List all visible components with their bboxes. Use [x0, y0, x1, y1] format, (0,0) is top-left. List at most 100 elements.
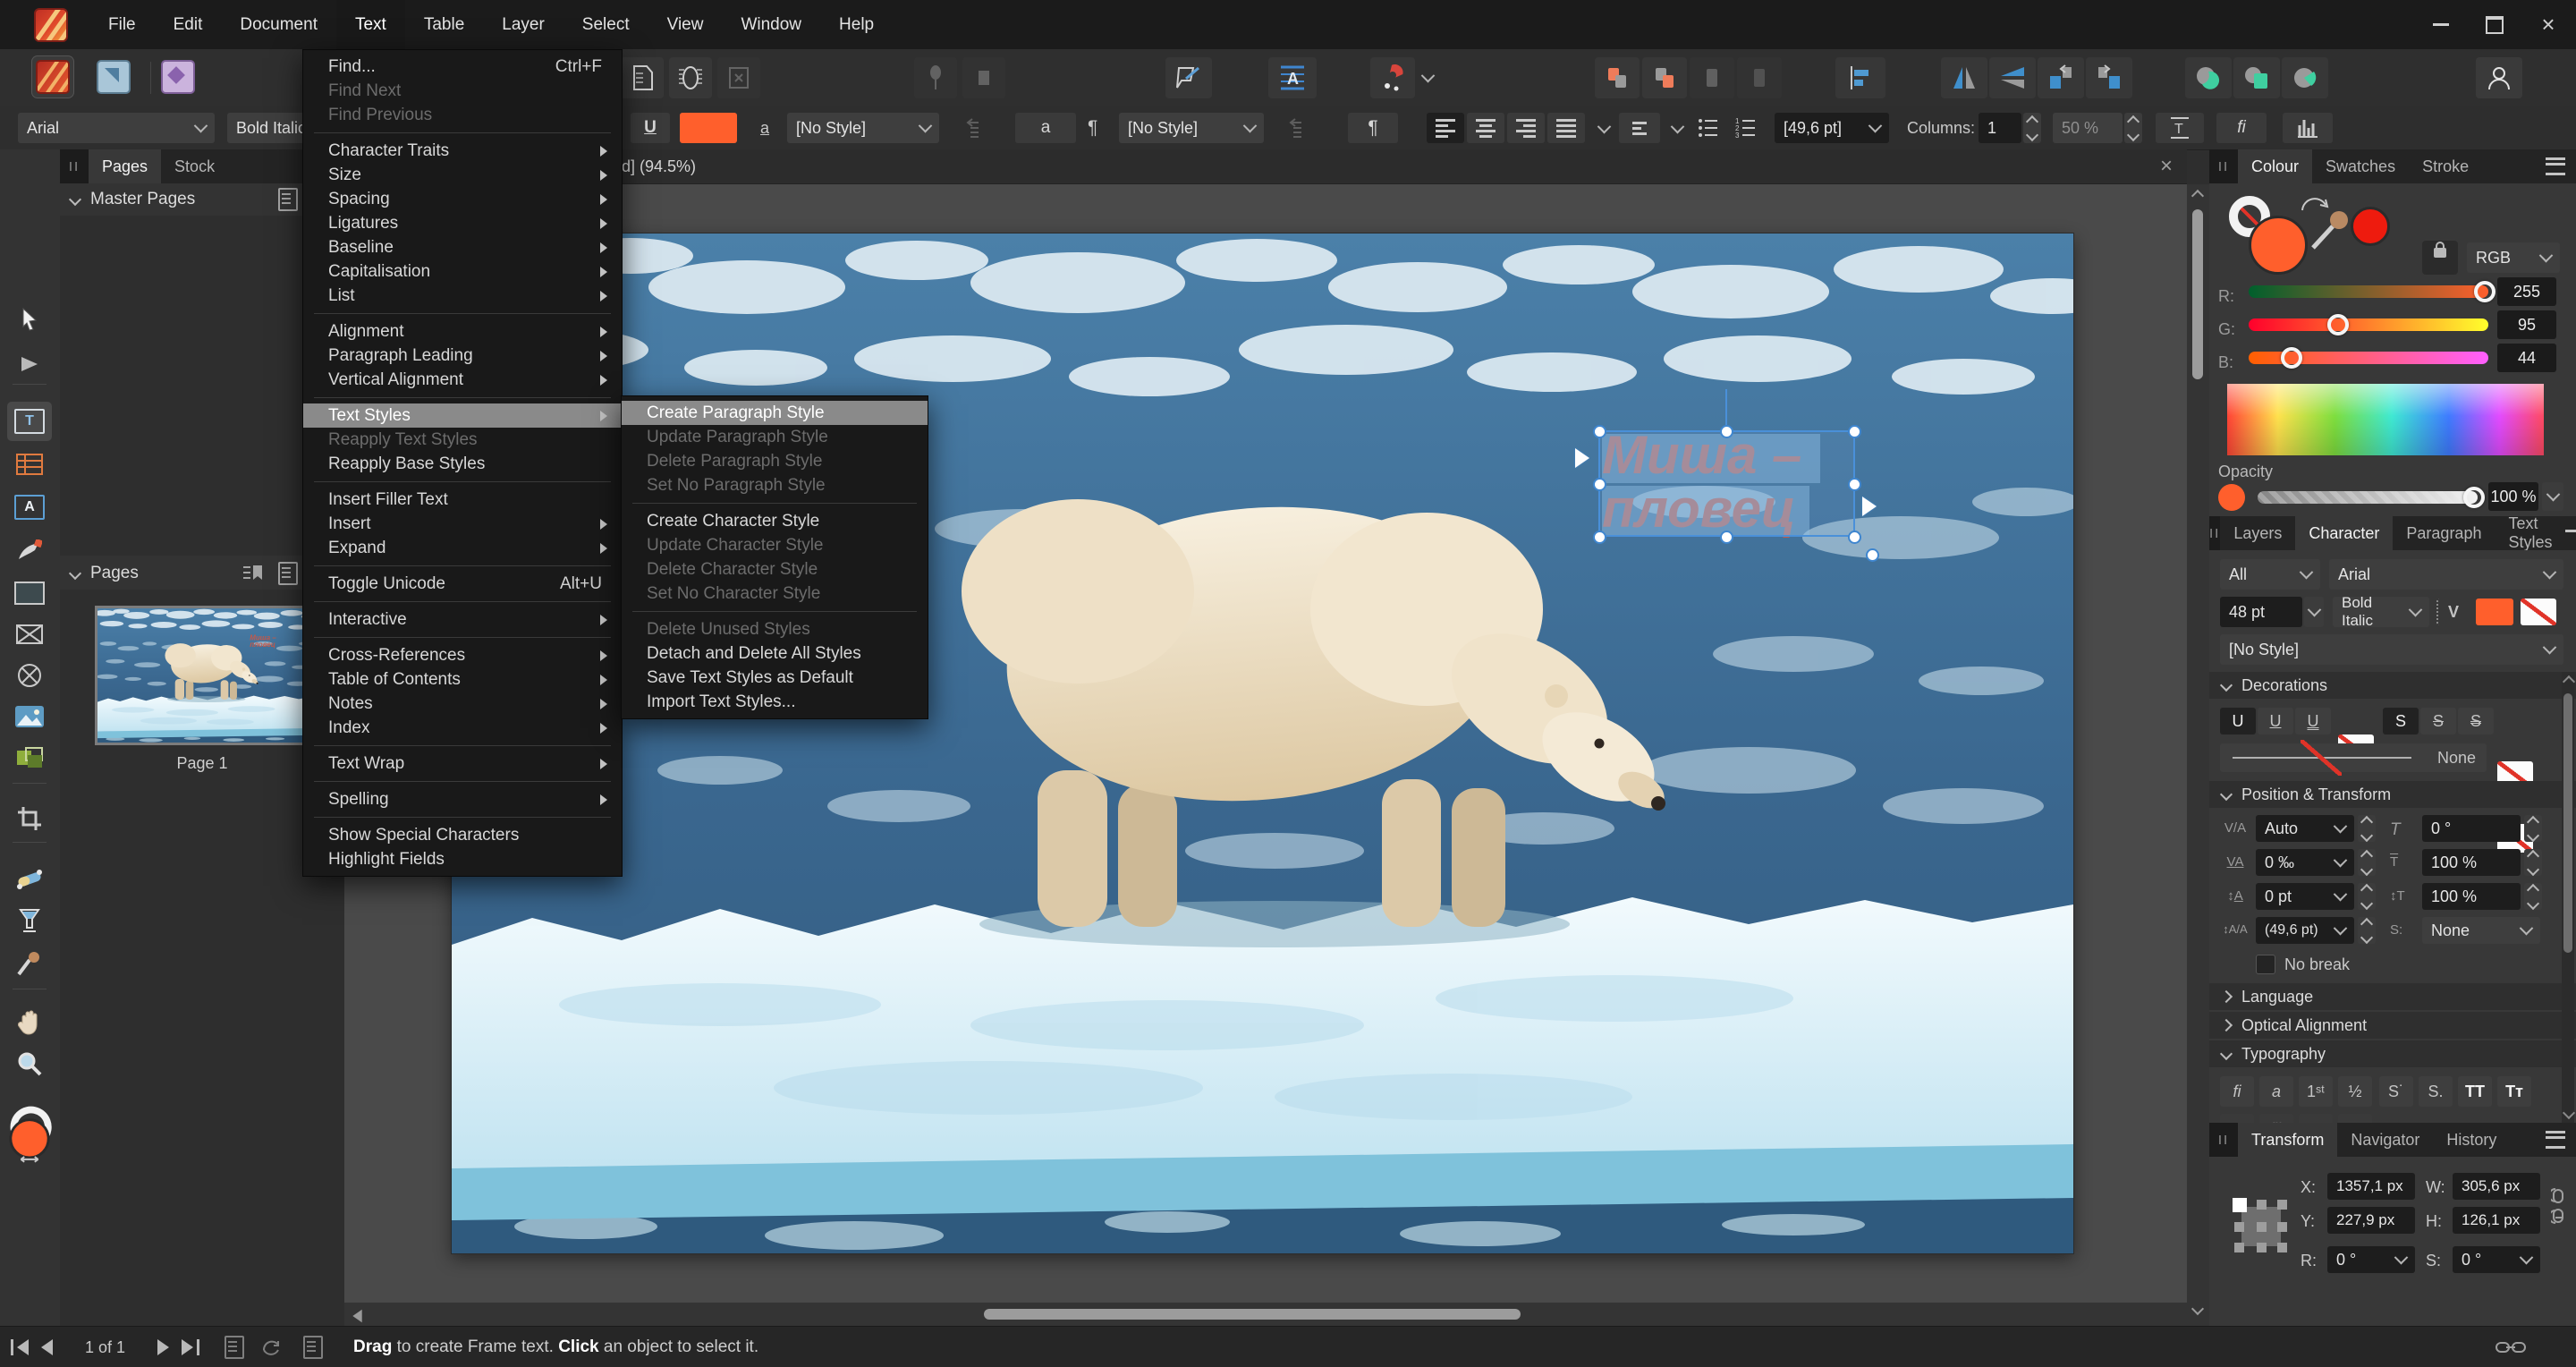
document-page[interactable]	[452, 233, 2073, 1253]
rectangle-tool-icon[interactable]	[7, 573, 52, 613]
align-right-button[interactable]	[1507, 113, 1545, 143]
v-scale-stepper[interactable]	[2524, 883, 2542, 910]
move-backward-icon[interactable]	[1642, 57, 1687, 98]
gutter-stepper[interactable]	[2124, 113, 2142, 143]
tab-stock[interactable]: Stock	[161, 149, 228, 183]
strike-single-button[interactable]: S	[2420, 708, 2456, 734]
red-slider[interactable]	[2249, 285, 2488, 298]
align-center-button[interactable]	[1467, 113, 1504, 143]
boolean-subtract-icon[interactable]	[2233, 57, 2280, 98]
spread-view-icon[interactable]	[303, 1336, 323, 1359]
menu-select[interactable]: Select	[564, 0, 648, 49]
tab-navigator[interactable]: Navigator	[2337, 1123, 2433, 1157]
ligatures-button[interactable]: fi	[2216, 113, 2267, 143]
submenu-item-set-no-character-style[interactable]: Set No Character Style	[622, 582, 928, 606]
underline-double-button[interactable]: U	[2295, 708, 2331, 734]
crop-tool-icon[interactable]	[7, 799, 52, 838]
submenu-item-save-text-styles-as-default[interactable]: Save Text Styles as Default	[622, 666, 928, 690]
baseline-select[interactable]: 0 pt	[2256, 883, 2354, 910]
menu-window[interactable]: Window	[722, 0, 820, 49]
menu-item-reapply-base-styles[interactable]: Reapply Base Styles	[303, 452, 622, 476]
blue-value[interactable]: 44	[2497, 344, 2556, 372]
place-image-tool-icon[interactable]	[7, 697, 52, 736]
resize-handle-r[interactable]	[1848, 478, 1861, 491]
boolean-add-icon[interactable]	[2185, 57, 2232, 98]
tab-character[interactable]: Character	[2295, 516, 2393, 550]
view-hand-tool-icon[interactable]	[7, 1003, 52, 1042]
link-status-icon[interactable]	[2496, 1339, 2526, 1355]
submenu-item-set-no-paragraph-style[interactable]: Set No Paragraph Style	[622, 473, 928, 497]
underline-single-button[interactable]: U	[2258, 708, 2293, 734]
menu-item-vertical-alignment[interactable]: Vertical Alignment	[303, 368, 622, 392]
panel-collapse-icon[interactable]: II	[2209, 1123, 2238, 1157]
h-field[interactable]: 126,1 px	[2453, 1207, 2540, 1234]
typo-ordinals-button[interactable]: 1ˢᵗ	[2299, 1076, 2333, 1107]
scroll-down-icon[interactable]	[2193, 1304, 2202, 1313]
frame-properties-icon[interactable]: T	[2156, 113, 2204, 143]
typo-subscript-button[interactable]: S.	[2419, 1076, 2453, 1107]
line-style-select[interactable]: None	[2220, 743, 2487, 772]
transparency-tool-icon[interactable]	[7, 901, 52, 940]
paragraph-leading-icon[interactable]	[1619, 113, 1660, 143]
horizontal-scrollbar[interactable]	[344, 1303, 2187, 1326]
add-master-page-icon[interactable]	[278, 188, 298, 211]
update-paragraph-style-icon[interactable]	[1273, 113, 1323, 143]
char-font-size-field[interactable]: 48 pt	[2220, 597, 2302, 627]
move-to-front-icon[interactable]	[1690, 57, 1734, 98]
submenu-item-update-paragraph-style[interactable]: Update Paragraph Style	[622, 425, 928, 449]
update-character-style-icon[interactable]	[950, 113, 1000, 143]
submenu-item-create-paragraph-style[interactable]: Create Paragraph Style	[622, 401, 928, 425]
section-typography[interactable]: Typography	[2209, 1040, 2576, 1067]
picture-frame-ellipse-tool-icon[interactable]	[7, 656, 52, 695]
node-tool-icon[interactable]	[7, 344, 52, 384]
page-thumbnail[interactable]	[95, 606, 315, 745]
panel-menu-icon[interactable]	[2546, 157, 2565, 175]
opacity-knob[interactable]	[2463, 487, 2485, 508]
text-frame-selection[interactable]	[1598, 430, 1855, 537]
menu-item-cross-references[interactable]: Cross-References	[303, 643, 622, 667]
picture-frame-rect-tool-icon[interactable]	[7, 615, 52, 654]
char-font-style-select[interactable]: Bold Italic	[2333, 597, 2429, 627]
typo-small-caps-button[interactable]: Tᴛ	[2497, 1076, 2531, 1107]
typo-row2-button[interactable]: ...	[2338, 1114, 2372, 1123]
menu-text[interactable]: Text	[336, 0, 405, 49]
opacity-slider[interactable]	[2258, 491, 2478, 504]
typo-fractions-button[interactable]: ½	[2338, 1076, 2372, 1107]
resize-handle-bl[interactable]	[1593, 531, 1606, 544]
strike-double-button[interactable]: S	[2458, 708, 2494, 734]
page-view-icon[interactable]	[225, 1336, 244, 1359]
v-scale-field[interactable]: 100 %	[2422, 883, 2521, 910]
menu-item-insert[interactable]: Insert	[303, 512, 622, 536]
paragraph-style-select[interactable]: [No Style]	[1119, 113, 1264, 143]
numbered-list-icon[interactable]: 123	[1728, 113, 1764, 143]
artistic-text-tool-icon[interactable]: A	[7, 488, 52, 527]
move-tool-icon[interactable]	[7, 300, 52, 339]
menu-item-list[interactable]: List	[303, 284, 622, 308]
resize-handle-t[interactable]	[1720, 425, 1733, 438]
colour-picker-tool-icon[interactable]	[7, 944, 52, 983]
x-field[interactable]: 1357,1 px	[2327, 1173, 2415, 1200]
menu-item-text-styles[interactable]: Text Styles	[303, 403, 622, 428]
frame-text-tool-icon[interactable]: T	[7, 402, 52, 441]
char-stroke-swatch[interactable]	[2521, 599, 2556, 625]
table-tool-icon[interactable]	[7, 445, 52, 484]
persona-photo-icon[interactable]	[157, 56, 199, 98]
red-value[interactable]: 255	[2497, 277, 2556, 306]
resize-handle-l[interactable]	[1593, 478, 1606, 491]
align-more-chevron-icon[interactable]	[1597, 120, 1612, 134]
opacity-chevron-icon[interactable]	[2542, 482, 2563, 511]
leading-chevron-icon[interactable]	[1671, 120, 1685, 134]
leading-override-stepper[interactable]	[2358, 917, 2376, 944]
rotate-cw-icon[interactable]	[2086, 57, 2132, 98]
typo-all-caps-button[interactable]: TT	[2458, 1076, 2492, 1107]
asset-tool-icon[interactable]	[7, 738, 52, 777]
leading-value-select[interactable]: [49,6 pt]	[1775, 113, 1889, 143]
anchor-top-left[interactable]	[2233, 1198, 2247, 1212]
close-tab-icon[interactable]: ×	[2160, 154, 2173, 179]
lock-colour-icon[interactable]	[2422, 241, 2458, 275]
align-left-button[interactable]	[1427, 113, 1464, 143]
submenu-item-create-character-style[interactable]: Create Character Style	[622, 509, 928, 533]
underline-button[interactable]: U	[631, 113, 670, 143]
menu-item-interactive[interactable]: Interactive	[303, 607, 622, 632]
red-slider-knob[interactable]	[2474, 281, 2496, 302]
